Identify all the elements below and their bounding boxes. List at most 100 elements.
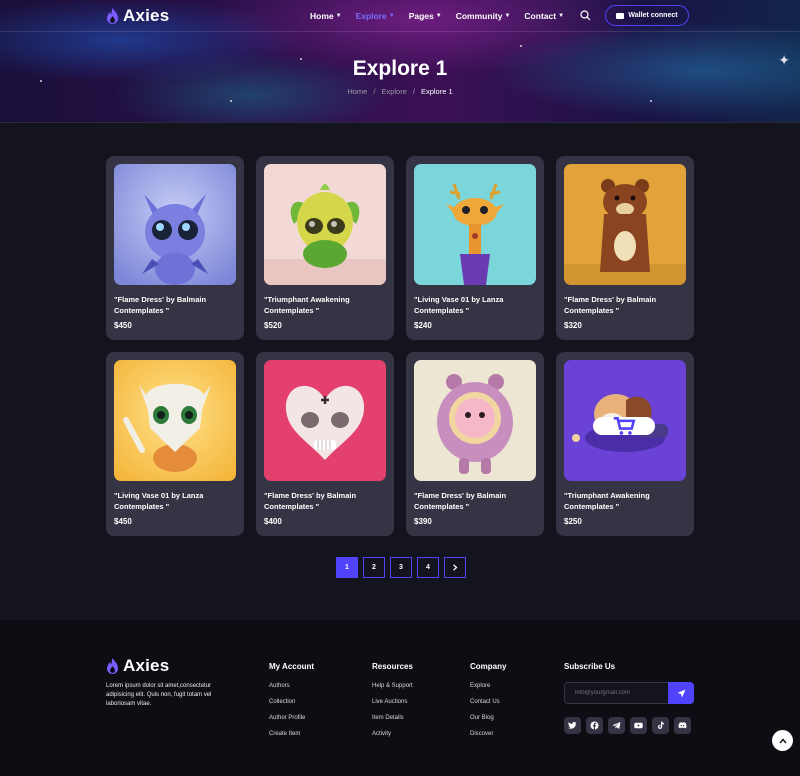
breadcrumb-separator: / — [412, 87, 415, 96]
tiktok-icon[interactable] — [652, 717, 669, 734]
nft-image[interactable] — [114, 360, 236, 481]
logo-text: Axies — [123, 656, 170, 675]
nft-title[interactable]: "Living Vase 01 by Lanza Contemplates " — [114, 490, 236, 512]
buy-now-button[interactable] — [593, 417, 655, 435]
footer-link[interactable]: Item Details — [372, 715, 413, 721]
breadcrumb-separator: / — [373, 87, 376, 96]
footer-link[interactable]: Our Blog — [470, 715, 506, 721]
logo-text: Axies — [123, 6, 170, 25]
nft-title[interactable]: "Flame Dress' by Balmain Contemplates " — [564, 294, 686, 316]
top-navbar: Axies Home ▼ Explore ▼ Pages ▼ Community ▼ C… — [0, 0, 800, 32]
nft-card[interactable]: "Flame Dress' by Balmain Contemplates " … — [556, 156, 694, 340]
star-decoration — [650, 100, 652, 102]
subscribe-button[interactable] — [668, 682, 694, 704]
nft-card[interactable]: "Living Vase 01 by Lanza Contemplates " … — [106, 352, 244, 536]
send-icon — [677, 689, 685, 697]
chevron-up-icon — [778, 737, 787, 743]
nft-image[interactable] — [264, 360, 386, 481]
nft-card[interactable]: "Living Vase 01 by Lanza Contemplates " … — [406, 156, 544, 340]
nft-title[interactable]: "Flame Dress' by Balmain Contemplates " — [264, 490, 386, 512]
footer-my-account: My Account Authors Collection Author Pro… — [269, 662, 314, 747]
footer-link[interactable]: Discover — [470, 731, 506, 737]
nft-title[interactable]: "Living Vase 01 by Lanza Contemplates " — [414, 294, 536, 316]
nft-image[interactable] — [564, 164, 686, 285]
footer-heading: Company — [470, 662, 507, 671]
breadcrumb-explore[interactable]: Explore — [381, 87, 406, 96]
menu-pages-label: Pages — [408, 11, 434, 21]
subscribe-email-input[interactable] — [564, 682, 668, 704]
menu-pages[interactable]: Pages ▼ — [409, 11, 442, 21]
chevron-down-icon: ▼ — [388, 13, 395, 19]
youtube-icon[interactable] — [630, 717, 647, 734]
telegram-icon[interactable] — [608, 717, 625, 734]
footer-link[interactable]: Activity — [372, 731, 413, 737]
footer-link[interactable]: Help & Support — [372, 683, 413, 689]
next-page-button[interactable] — [444, 557, 466, 578]
page-title: Explore 1 — [352, 57, 448, 80]
footer-description: Lorem ipsum dolor sit amet,consectetur a… — [106, 683, 212, 707]
twitter-icon[interactable] — [564, 717, 581, 734]
logo[interactable]: Axies — [106, 6, 169, 26]
menu-home-label: Home — [310, 11, 334, 21]
footer-link[interactable]: Live Auctions — [372, 699, 413, 705]
back-to-top-button[interactable] — [772, 730, 793, 751]
chevron-right-icon — [453, 564, 458, 571]
main-menu: Home ▼ Explore ▼ Pages ▼ Community ▼ Contact… — [310, 11, 564, 21]
chevron-down-icon: ▼ — [335, 13, 342, 19]
page-button-3[interactable]: 3 — [390, 557, 412, 578]
footer-link[interactable]: Author Profile — [269, 715, 314, 721]
footer-heading: Resources — [372, 662, 413, 671]
menu-community[interactable]: Community ▼ — [456, 11, 511, 21]
footer-link[interactable]: Create Item — [269, 731, 314, 737]
menu-contact[interactable]: Contact ▼ — [524, 11, 564, 21]
menu-contact-label: Contact — [524, 11, 557, 21]
search-icon[interactable] — [580, 10, 591, 21]
nft-card[interactable]: "Flame Dress' by Balmain Contemplates " … — [406, 352, 544, 536]
footer-logo[interactable]: Axies — [106, 656, 169, 676]
page-button-4[interactable]: 4 — [417, 557, 439, 578]
nft-title[interactable]: "Flame Dress' by Balmain Contemplates " — [414, 490, 536, 512]
wallet-connect-button[interactable]: Wallet connect — [605, 5, 689, 26]
social-links — [564, 717, 691, 734]
nft-title[interactable]: "Triumphant Awakening Contemplates " — [264, 294, 386, 316]
nft-image[interactable] — [414, 360, 536, 481]
page-button-1[interactable]: 1 — [336, 557, 358, 578]
star-decoration — [230, 100, 232, 102]
nft-price: $320 — [564, 321, 582, 330]
menu-home[interactable]: Home ▼ — [310, 11, 342, 21]
page-button-2[interactable]: 2 — [363, 557, 385, 578]
cart-icon — [613, 417, 636, 435]
footer-resources: Resources Help & Support Live Auctions I… — [372, 662, 413, 747]
nft-title[interactable]: "Triumphant Awakening Contemplates " — [564, 490, 686, 512]
nft-card[interactable]: "Flame Dress' by Balmain Contemplates " … — [256, 352, 394, 536]
nft-title[interactable]: "Flame Dress' by Balmain Contemplates " — [114, 294, 236, 316]
breadcrumb: Home / Explore / Explore 1 — [0, 87, 800, 96]
nft-image[interactable] — [414, 164, 536, 285]
discord-icon[interactable] — [674, 717, 691, 734]
footer-company: Company Explore Contact Us Our Blog Disc… — [470, 662, 506, 747]
flame-icon — [107, 657, 118, 674]
nft-card[interactable]: "Flame Dress' by Balmain Contemplates " … — [106, 156, 244, 340]
page-header: ✦ Axies Home ▼ Explore ▼ Pages ▼ Community ▼… — [0, 0, 800, 123]
facebook-icon[interactable] — [586, 717, 603, 734]
nft-price: $240 — [414, 321, 432, 330]
nft-card[interactable]: "Triumphant Awakening Contemplates " $25… — [556, 352, 694, 536]
footer-link[interactable]: Collection — [269, 699, 314, 705]
footer-link[interactable]: Authors — [269, 683, 314, 689]
nft-card[interactable]: "Triumphant Awakening Contemplates " $52… — [256, 156, 394, 340]
wallet-connect-label: Wallet connect — [628, 12, 678, 19]
wallet-icon — [616, 12, 625, 19]
flame-icon — [107, 7, 118, 24]
chevron-down-icon: ▼ — [435, 13, 442, 19]
nft-image[interactable] — [264, 164, 386, 285]
footer-link[interactable]: Explore — [470, 683, 506, 689]
footer-subscribe: Subscribe Us — [564, 662, 615, 683]
footer-link[interactable]: Contact Us — [470, 699, 506, 705]
nft-price: $450 — [114, 321, 132, 330]
nft-image[interactable] — [564, 360, 686, 481]
breadcrumb-current: Explore 1 — [420, 87, 453, 96]
nft-image[interactable] — [114, 164, 236, 285]
chevron-down-icon: ▼ — [558, 13, 565, 19]
breadcrumb-home[interactable]: Home — [347, 87, 367, 96]
menu-explore[interactable]: Explore ▼ — [356, 11, 395, 21]
